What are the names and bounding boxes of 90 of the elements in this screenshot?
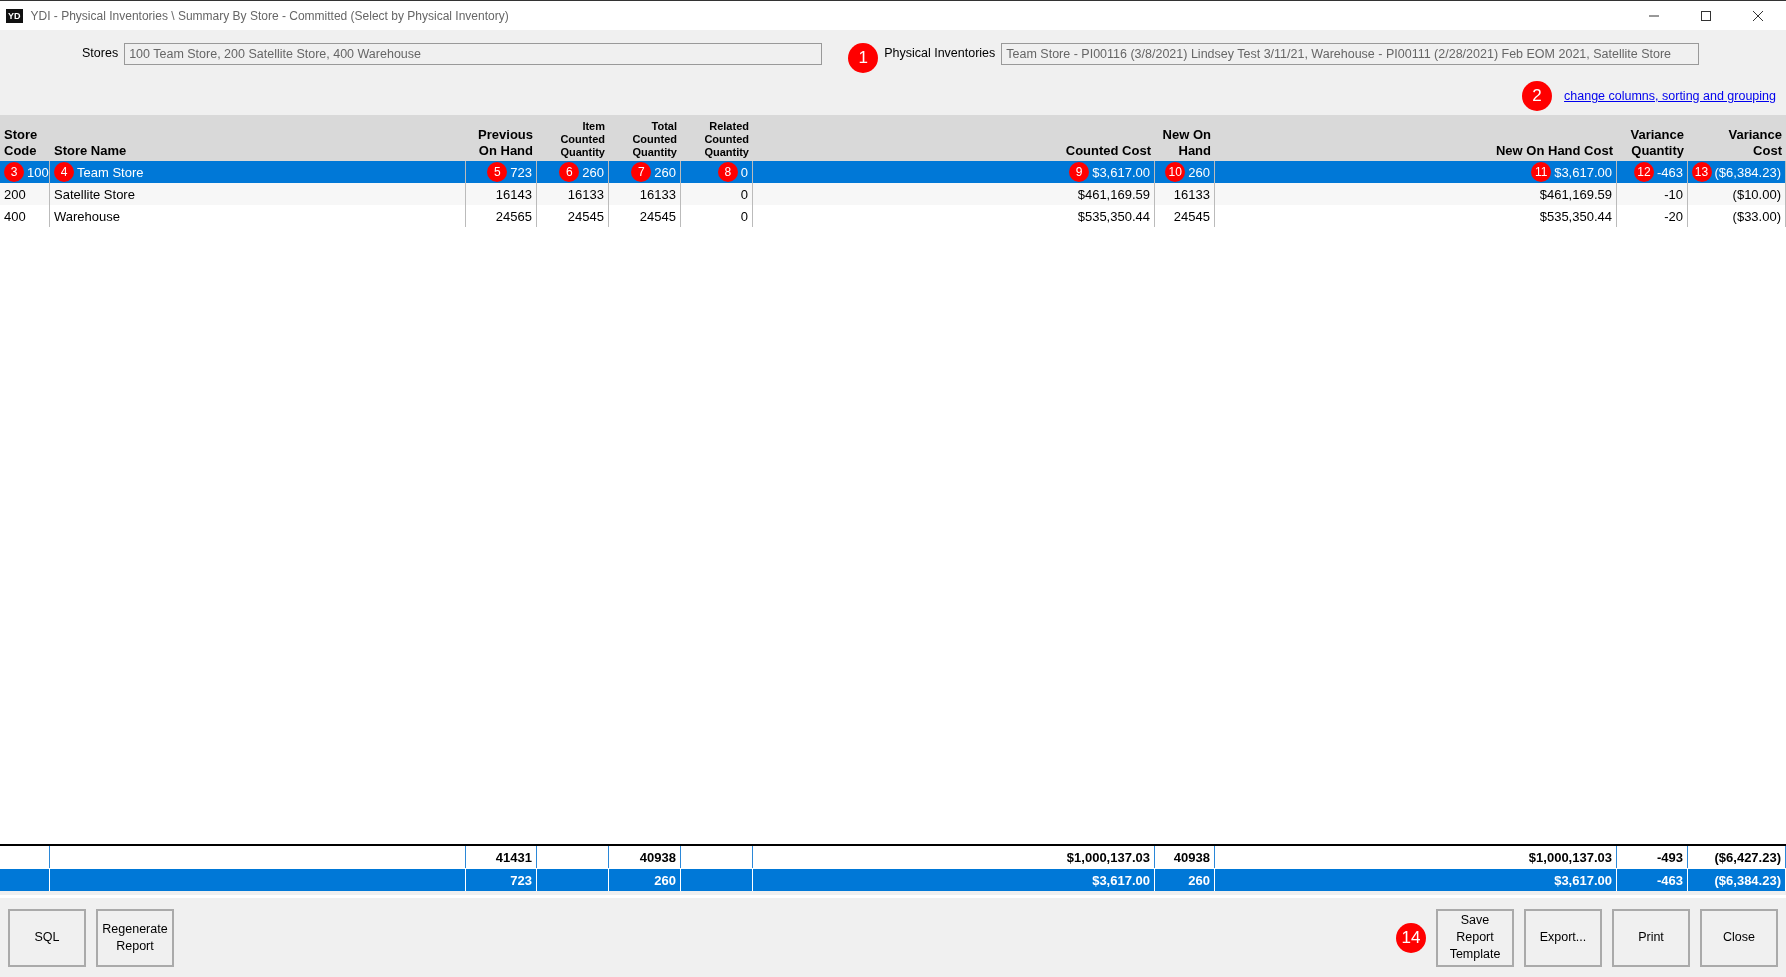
total-cell: 41431 [495,849,532,865]
callout-marker: 13 [1691,162,1712,182]
column-header[interactable]: Store Code [4,127,38,159]
table-cell: Warehouse [54,208,120,224]
callout-marker: 7 [631,162,652,182]
table-cell: 400 [4,208,26,224]
table-cell: -10 [1664,186,1683,202]
callout-marker: 6 [559,162,580,182]
table-cell: $3,617.00 [1554,164,1612,180]
column-header[interactable]: Store Name [54,143,127,159]
input-field[interactable]: Team Store - PI00116 (3/8/2021) Lindsey Test 3/11/21, Warehouse - PI00111 (2/28/2021) Feb EOM 2021, Satellite Store [1001,43,1700,65]
table-cell: 260 [654,164,676,180]
total-cell: 260 [654,872,676,888]
total-cell: -493 [1656,849,1683,865]
callout-marker: 14 [1396,922,1426,953]
callout-marker: 8 [717,162,738,182]
table-cell: -463 [1656,164,1683,180]
total-cell: $1,000,137.03 [1066,849,1150,865]
callout-marker: 4 [54,162,74,182]
window-title: YDI - Physical Inventories \ Summary By Store - Committed (Select by Physical Inventory) [30,8,509,23]
table-cell: 24565 [495,208,532,224]
action-button[interactable]: SQL [8,908,86,967]
table-cell: -20 [1664,208,1683,224]
table-cell: 723 [510,164,532,180]
action-button[interactable]: Print [1612,908,1690,967]
app-logo: YD [6,8,23,23]
column-header[interactable]: Variance Cost [1728,127,1782,159]
action-button[interactable]: Save Report Template [1436,908,1514,967]
total-cell: 723 [510,872,532,888]
table-cell: 16143 [495,186,532,202]
column-header[interactable]: New On Hand Cost [1496,143,1613,159]
table-cell: 24545 [567,208,604,224]
column-header[interactable]: Previous On Hand [478,127,533,159]
table-cell: 16133 [1173,186,1210,202]
callout-marker: 12 [1633,162,1654,182]
table-cell: 100 [27,164,49,180]
total-cell: $1,000,137.03 [1528,849,1612,865]
input-field[interactable]: 100 Team Store, 200 Satellite Store, 400 Warehouse [124,43,823,65]
column-header[interactable]: New On Hand [1162,127,1211,159]
close-icon[interactable] [1751,8,1765,23]
table-cell: ($33.00) [1732,208,1781,224]
total-cell: ($6,384.23) [1714,872,1781,888]
table-cell: 200 [4,186,26,202]
table-cell: $535,350.44 [1539,208,1612,224]
options-link[interactable]: change columns, sorting and grouping [1564,89,1776,103]
field-label: Stores [82,45,119,60]
table-cell: $461,169.59 [1539,186,1612,202]
table-row[interactable]: 400 Warehouse 24565 24545 24545 0 $535,350.44 24545 $535,350.44 -20 ($33.00) [0,205,1786,227]
callout-marker: 2 [1522,81,1553,111]
total-cell: -463 [1656,872,1683,888]
table-cell: 260 [1188,164,1210,180]
total-cell: 40938 [639,849,676,865]
table-row[interactable]: 3 100 4 Team Store 5 723 6 260 7 260 8 0 9 $3,617.00 10 260 11 $3,617.00 12 -463 13 ($6,384.23) [0,161,1786,183]
table-cell: 0 [740,164,748,180]
table-cell: 16133 [639,186,676,202]
table-cell: Team Store [77,164,144,180]
table-cell: Satellite Store [54,186,135,202]
field-label: Physical Inventories [884,45,996,60]
table-cell: 24545 [639,208,676,224]
table-cell: ($10.00) [1732,186,1781,202]
action-button[interactable]: Export... [1524,908,1602,967]
table-cell: $535,350.44 [1077,208,1150,224]
column-header[interactable]: Item Counted Quantity [560,120,605,159]
table-cell: 16133 [567,186,604,202]
total-cell: ($6,427.23) [1714,849,1781,865]
action-button[interactable]: Close [1700,908,1778,967]
table-cell: 0 [740,186,748,202]
table-row[interactable]: 200 Satellite Store 16143 16133 16133 0 $461,169.59 16133 $461,169.59 -10 ($10.00) [0,183,1786,205]
table-cell: 24545 [1173,208,1210,224]
table-cell: ($6,384.23) [1714,164,1781,180]
callout-marker: 9 [1069,162,1090,182]
table-cell: 260 [582,164,604,180]
callout-marker: 5 [487,162,508,182]
column-header[interactable]: Variance Quantity [1630,127,1684,159]
action-button[interactable]: Regenerate Report [96,908,174,967]
callout-marker: 11 [1531,162,1552,182]
table-cell: 0 [740,208,748,224]
table-cell: $461,169.59 [1077,186,1150,202]
callout-marker: 1 [848,43,879,73]
maximize-icon[interactable] [1699,8,1713,23]
total-cell: $3,617.00 [1092,872,1150,888]
column-header[interactable]: Total Counted Quantity [632,120,677,159]
callout-marker: 10 [1165,162,1186,182]
table-cell: $3,617.00 [1092,164,1150,180]
column-header[interactable]: Related Counted Quantity [704,120,749,159]
total-cell: 260 [1188,872,1210,888]
column-header[interactable]: Counted Cost [1065,143,1151,159]
callout-marker: 3 [4,162,24,182]
total-cell: 40938 [1173,849,1210,865]
total-cell: $3,617.00 [1554,872,1612,888]
